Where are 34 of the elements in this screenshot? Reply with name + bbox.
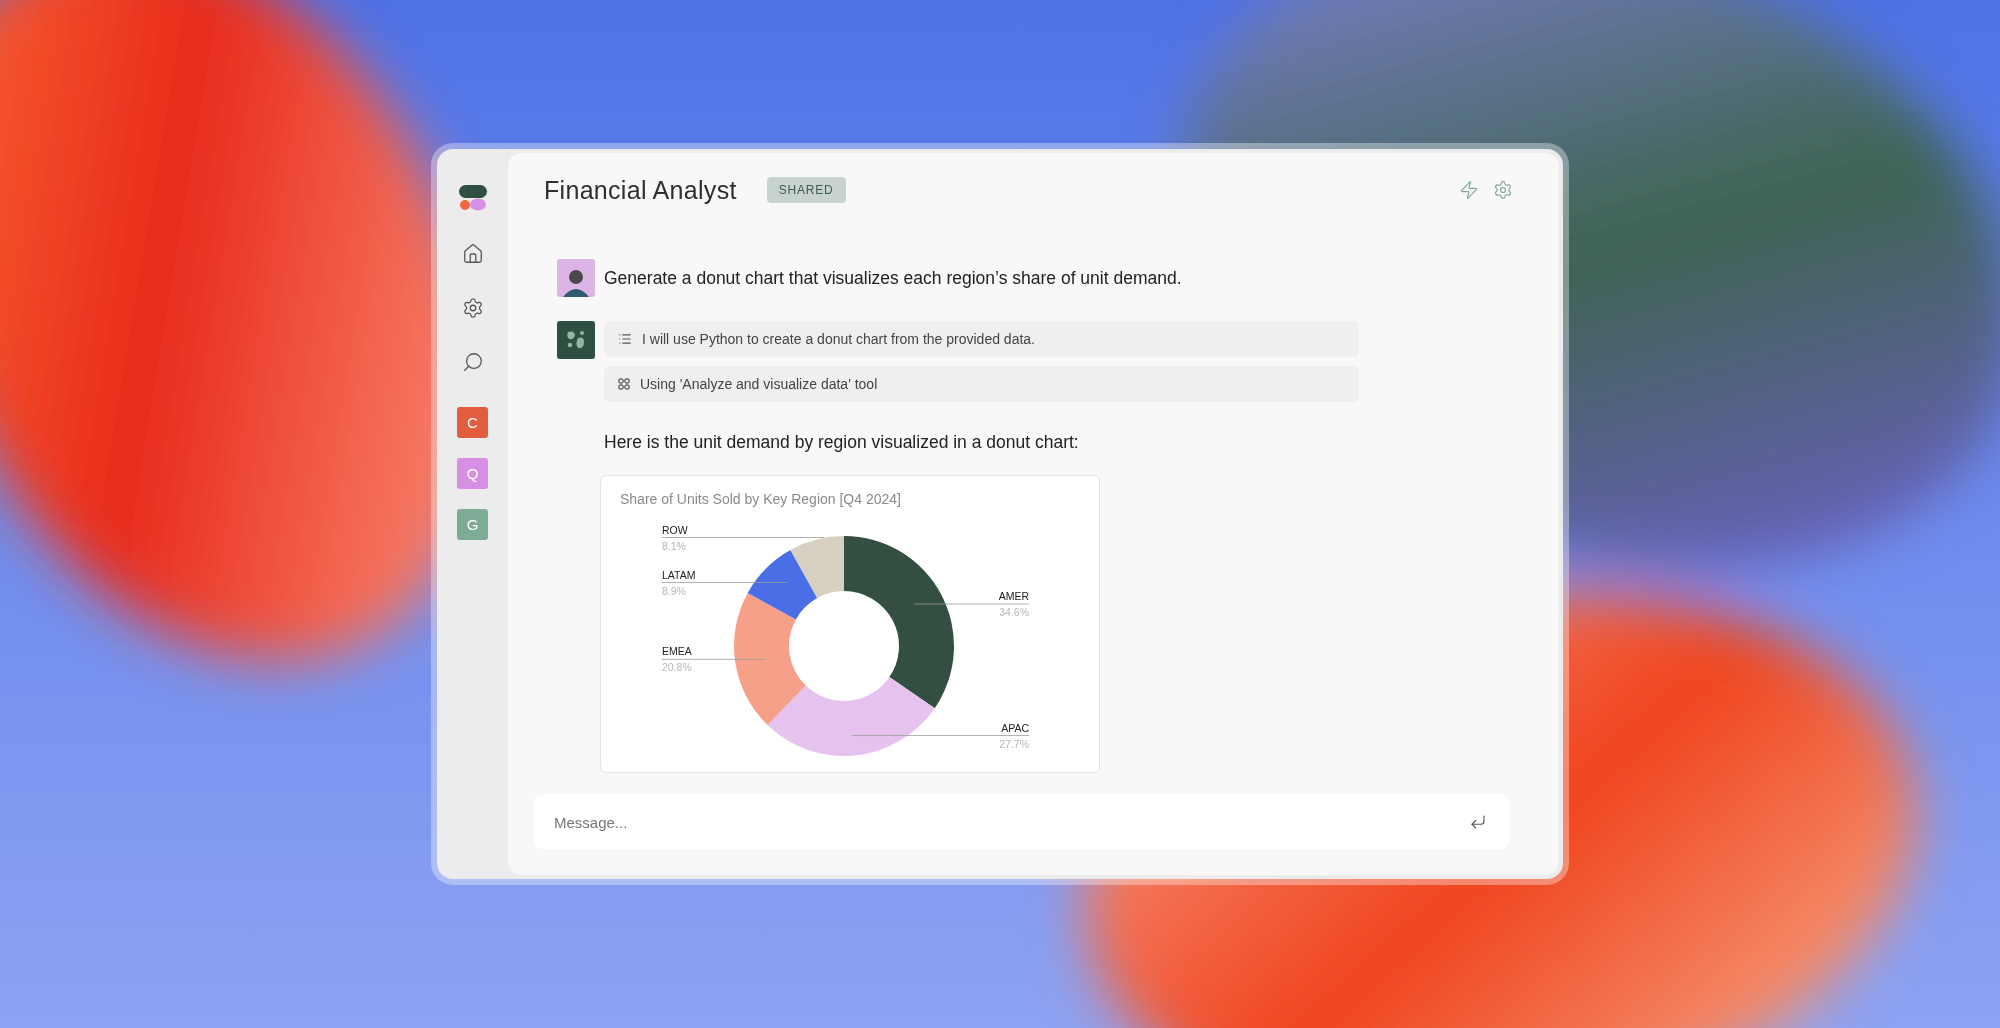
logo-icon (457, 183, 488, 213)
list-icon (618, 332, 632, 346)
workspace-button[interactable]: C (457, 407, 488, 438)
search-icon (461, 351, 484, 373)
settings-icon (1493, 180, 1513, 200)
chart-value: 27.7% (999, 737, 1029, 750)
lightning-icon (1459, 180, 1479, 200)
message-text: Here is the unit demand by region visualized in a donut chart: (604, 432, 1080, 453)
chart-value: 34.6% (999, 606, 1029, 619)
chart-title: Share of Units Sold by Key Region [Q4 2024] (620, 491, 901, 507)
chart-label: AMER (998, 590, 1029, 603)
return-icon (1469, 813, 1487, 831)
shared-badge: SHARED (766, 177, 846, 203)
chart-value: 8.9% (662, 584, 686, 597)
workspace-button[interactable]: G (457, 509, 488, 540)
chart-label: LATAM (662, 568, 696, 581)
message-field[interactable]: Message... (534, 795, 1509, 849)
user-avatar (557, 259, 595, 297)
assistant-title: Financial Analyst (544, 175, 737, 205)
grid-icon (618, 378, 630, 390)
message-input[interactable]: Message... (552, 812, 1469, 832)
message-text: Generate a donut chart that visualizes each region’s share of unit demand. (604, 267, 1182, 290)
chart-label: APAC (1001, 721, 1029, 734)
chart-value: 8.1% (662, 539, 686, 552)
settings-icon (461, 297, 484, 319)
assistant-avatar (557, 321, 595, 359)
step-text: Using 'Analyze and visualize data' tool (640, 376, 878, 392)
workspace-button[interactable]: Q (457, 458, 488, 489)
send-button[interactable] (1469, 813, 1487, 831)
step-text: I will use Python to create a donut chart from the provided data. (642, 331, 1035, 347)
home-icon (461, 243, 484, 265)
chart-label: EMEA (662, 645, 692, 658)
chart-label: ROW (662, 523, 688, 536)
chart-value: 20.8% (662, 661, 692, 674)
